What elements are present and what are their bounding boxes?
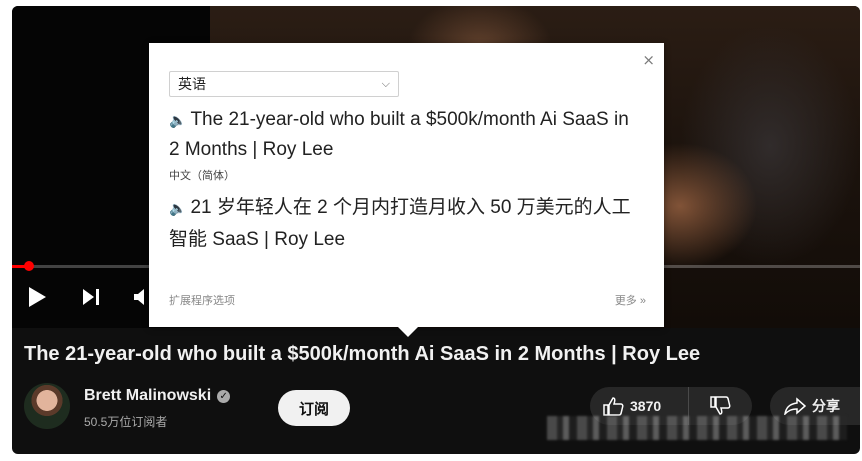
volume-button[interactable] — [130, 282, 150, 312]
scrubber-handle[interactable] — [23, 261, 34, 271]
channel-name[interactable]: Brett Malinowski — [84, 387, 211, 405]
speaker-icon[interactable]: 🔈 — [169, 112, 186, 128]
like-count: 3870 — [630, 398, 662, 414]
target-language-label: 中文（简体） — [169, 170, 235, 182]
extension-options-link[interactable]: 扩展程序选项 — [169, 292, 235, 308]
chevron-down-icon: ⌵ — [381, 77, 390, 90]
next-button[interactable] — [78, 282, 104, 312]
verified-check-icon: ✓ — [217, 389, 231, 403]
close-icon[interactable]: × — [642, 51, 655, 69]
source-language-select[interactable]: 英语 ⌵ — [169, 71, 399, 97]
speaker-icon[interactable]: 🔈 — [169, 200, 186, 216]
subscriber-count: 50.5万位订阅者 — [84, 415, 168, 429]
share-label: 分享 — [812, 398, 840, 414]
channel-name-row[interactable]: Brett Malinowski ✓ — [84, 387, 231, 405]
popup-pointer — [397, 326, 419, 337]
more-link[interactable]: 更多 » — [615, 292, 646, 308]
share-icon — [784, 397, 806, 415]
subscribe-button[interactable]: 订阅 — [278, 390, 350, 426]
translated-text: 21 岁年轻人在 2 个月内打造月收入 50 万美元的人工智能 SaaS | R… — [169, 197, 631, 250]
thumbs-up-icon — [603, 397, 624, 416]
channel-avatar[interactable] — [24, 383, 70, 429]
volume-icon — [134, 289, 144, 305]
target-text-block: 🔈 21 岁年轻人在 2 个月内打造月收入 50 万美元的人工智能 SaaS | … — [169, 192, 649, 255]
play-icon — [29, 287, 46, 307]
source-language-value: 英语 — [178, 76, 206, 92]
source-text: The 21-year-old who built a $500k/month … — [169, 109, 629, 160]
source-text-block: 🔈 The 21-year-old who built a $500k/month… — [169, 105, 639, 164]
play-button[interactable] — [24, 282, 50, 312]
thumbs-down-icon — [710, 396, 731, 415]
translation-popup: × 英语 ⌵ 🔈 The 21-year-old who built a $500… — [149, 43, 664, 327]
video-title: The 21-year-old who built a $500k/month … — [24, 343, 701, 365]
skip-next-icon — [83, 289, 99, 305]
blurred-watermark — [547, 416, 847, 440]
